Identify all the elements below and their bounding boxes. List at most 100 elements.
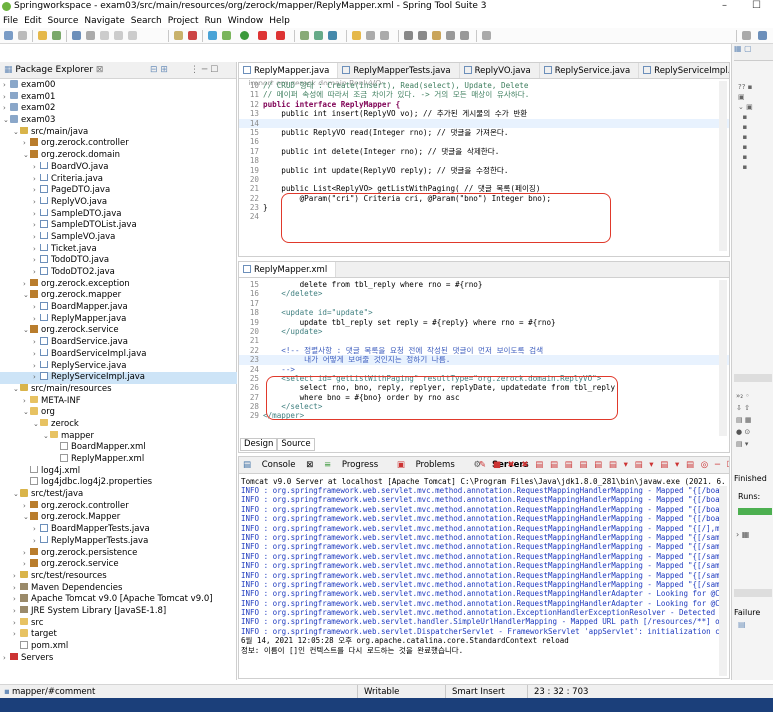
tree-item[interactable]: › ReplyVO.java (0, 196, 237, 209)
tree-item[interactable]: › exam01 (0, 91, 237, 104)
tree-item[interactable]: › ReplyService.java (0, 360, 237, 373)
new-java-project-icon[interactable] (300, 31, 309, 40)
tree-item[interactable]: ⌄ org.zerock.mapper (0, 290, 237, 302)
new-class-icon[interactable] (328, 31, 337, 40)
open-type-icon[interactable] (38, 31, 47, 40)
view-menu-icon[interactable]: ⋮ ─ ☐ (190, 62, 218, 78)
search-icon[interactable] (366, 31, 375, 40)
tab-console[interactable]: ▤ Console ⊠ (243, 460, 313, 470)
console-actions[interactable]: ✎ ■ ✖ ✖ ▤ ▤ ▤ ▤ ▤ ▤ ▾ ▤ ▾ ▤ ▾ ▤ ◎ ─ ☐ (479, 457, 729, 473)
tree-item[interactable]: › target (0, 629, 237, 641)
expand-arrow-icon[interactable]: › (33, 255, 40, 267)
expand-arrow-icon[interactable]: ⌄ (23, 290, 30, 302)
run-icon[interactable] (240, 31, 249, 40)
expand-arrow-icon[interactable]: ⌄ (3, 115, 10, 127)
expand-arrow-icon[interactable]: › (13, 629, 20, 641)
tree-item[interactable]: ReplyMapper.xml (0, 454, 237, 466)
maximize-button[interactable]: ☐ (752, 0, 761, 12)
expand-arrow-icon[interactable]: › (33, 372, 40, 384)
tree-item[interactable]: › ReplyServiceImpl.java (0, 372, 237, 384)
spring-icon[interactable] (222, 31, 231, 40)
editor-tab[interactable]: ReplyMapperTests.java (338, 63, 460, 78)
expand-arrow-icon[interactable]: ⌄ (23, 325, 30, 337)
menu-help[interactable]: Help (266, 14, 293, 28)
expand-arrow-icon[interactable]: › (3, 92, 10, 104)
tab-progress[interactable]: ≡ Progress (324, 460, 386, 470)
tree-item[interactable]: ⌄ org.zerock.service (0, 325, 237, 337)
expand-arrow-icon[interactable]: › (33, 232, 40, 244)
tree-item[interactable]: › PageDTO.java (0, 185, 237, 197)
expand-arrow-icon[interactable]: › (33, 220, 40, 232)
tree-item[interactable]: › exam02 (0, 103, 237, 115)
editor-tab[interactable]: ReplyMapper.java (239, 63, 339, 78)
tree-item[interactable]: › META-INF (0, 395, 237, 408)
menu-project[interactable]: Project (165, 14, 202, 28)
tree-item[interactable]: ⌄ mapper (0, 430, 237, 443)
expand-arrow-icon[interactable]: ⌄ (23, 512, 30, 524)
xml-editor[interactable]: ReplyMapper.xml 15 delete from tbl_reply… (238, 261, 730, 453)
toggle-icon[interactable] (86, 31, 95, 40)
expand-arrow-icon[interactable]: › (3, 80, 10, 92)
expand-arrow-icon[interactable]: › (33, 267, 40, 279)
tab-problems[interactable]: ▣ Problems (397, 460, 463, 470)
expand-arrow-icon[interactable]: › (33, 174, 40, 186)
tree-item[interactable]: › ReplyMapper.java (0, 313, 237, 326)
xml-editor-scrollbar[interactable] (719, 280, 727, 436)
expand-arrow-icon[interactable]: › (23, 559, 30, 571)
menu-edit[interactable]: Edit (21, 14, 44, 28)
editor-tab[interactable]: ReplyService.java (540, 63, 640, 78)
minimize-button[interactable]: – (722, 0, 727, 12)
junit-toolbar[interactable]: »₂ ◦ ⇩ ⇧ ▤ ▦ ● ⊙ ▤ ▾ (736, 390, 751, 450)
tree-item[interactable]: › exam00 (0, 80, 237, 92)
expand-arrow-icon[interactable]: › (13, 606, 20, 618)
new-icon[interactable] (4, 31, 13, 40)
menu-source[interactable]: Source (45, 14, 82, 28)
expand-arrow-icon[interactable]: ⌄ (13, 489, 20, 501)
tree-item[interactable]: › org.zerock.controller (0, 500, 237, 513)
design-tab[interactable]: Design (240, 438, 278, 451)
suspend-icon[interactable] (114, 31, 123, 40)
menu-run[interactable]: Run (202, 14, 225, 28)
tree-item[interactable]: › SampleDTO.java (0, 208, 237, 221)
terminate-icon[interactable] (128, 31, 137, 40)
forward-icon[interactable] (460, 31, 469, 40)
tree-item[interactable]: › BoardMapperTests.java (0, 524, 237, 536)
expand-arrow-icon[interactable]: › (13, 594, 20, 606)
junit-hscroll[interactable] (734, 589, 772, 597)
expand-arrow-icon[interactable]: › (13, 583, 20, 595)
expand-arrow-icon[interactable]: ⌄ (23, 407, 30, 419)
expand-arrow-icon[interactable]: › (33, 209, 40, 221)
expand-arrow-icon[interactable]: ⌄ (23, 150, 30, 162)
open-folder-icon[interactable] (352, 31, 361, 40)
menu-file[interactable]: File (0, 14, 21, 28)
tree-item[interactable]: › Servers (0, 652, 237, 665)
tree-item[interactable]: log4j.xml (0, 465, 237, 478)
expand-arrow-icon[interactable]: › (33, 185, 40, 197)
expand-arrow-icon[interactable]: ⌄ (33, 419, 40, 431)
tree-item[interactable]: › org.zerock.exception (0, 278, 237, 291)
menu-navigate[interactable]: Navigate (81, 14, 127, 28)
external-tools-icon[interactable] (276, 31, 285, 40)
annotation-icon[interactable] (380, 31, 389, 40)
tree-item[interactable]: BoardMapper.xml (0, 442, 237, 454)
expand-arrow-icon[interactable]: › (13, 618, 20, 630)
expand-arrow-icon[interactable]: › (33, 197, 40, 209)
expand-arrow-icon[interactable]: ⌄ (13, 127, 20, 139)
tree-item[interactable]: › BoardServiceImpl.java (0, 348, 237, 361)
save-icon[interactable] (18, 31, 27, 40)
stop-server-icon[interactable] (188, 31, 197, 40)
collapse-all-icon[interactable]: ⊟ ⊞ (150, 62, 168, 78)
tree-item[interactable]: pom.xml (0, 641, 237, 653)
tree-item[interactable]: › Criteria.java (0, 173, 237, 186)
tree-item[interactable]: › BoardVO.java (0, 161, 237, 174)
tree-item[interactable]: ⌄ org (0, 407, 237, 419)
expand-arrow-icon[interactable]: › (33, 361, 40, 373)
new-package-icon[interactable] (314, 31, 323, 40)
tree-item[interactable]: › org.zerock.persistence (0, 547, 237, 560)
tree-item[interactable]: › org.zerock.controller (0, 138, 237, 150)
expand-arrow-icon[interactable]: › (23, 138, 30, 150)
stop-icon[interactable] (258, 31, 267, 40)
tree-item[interactable]: ⌄ zerock (0, 418, 237, 431)
editor-tab[interactable]: ReplyServiceImpl.java (639, 63, 729, 78)
tree-item[interactable]: ⌄ org.zerock.Mapper (0, 512, 237, 524)
